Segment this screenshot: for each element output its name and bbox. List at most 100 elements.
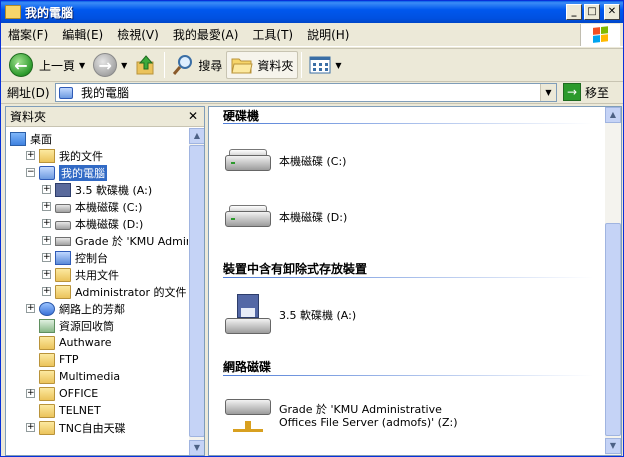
menu-favorites[interactable]: 我的最愛(A) [166, 25, 246, 45]
views-dropdown-icon[interactable]: ▼ [335, 61, 341, 70]
expand-icon[interactable]: + [26, 389, 35, 398]
folders-button[interactable]: 資料夾 [226, 51, 299, 79]
expand-icon[interactable]: + [42, 185, 51, 194]
tree-item[interactable]: + 本機磁碟 (D:) [42, 215, 143, 232]
drive-z-item[interactable]: Grade 於 'KMU Administrative Offices File… [225, 395, 458, 437]
tree-item[interactable]: 桌面 [10, 130, 52, 147]
hard-drive-icon [55, 203, 71, 213]
scroll-up-icon[interactable]: ▲ [189, 128, 204, 144]
forward-dropdown-icon[interactable]: ▼ [121, 61, 127, 70]
expand-icon[interactable]: + [26, 304, 35, 313]
back-arrow-icon: ← [9, 53, 33, 77]
expand-icon[interactable]: + [42, 202, 51, 211]
folder-icon [39, 352, 55, 367]
expand-icon[interactable]: + [42, 287, 51, 296]
tree-item-label: Authware [59, 336, 112, 349]
tree-item[interactable]: Authware [26, 334, 112, 351]
drive-z-label-line1: Grade 於 'KMU Administrative [279, 403, 442, 416]
tree-item[interactable]: + 網路上的芳鄰 [26, 300, 125, 317]
drive-d-item[interactable]: 本機磁碟 (D:) [225, 205, 347, 229]
collapse-icon[interactable]: − [26, 168, 35, 177]
folder-icon [39, 403, 55, 418]
tree-item[interactable]: + 共用文件 [42, 266, 119, 283]
folders-icon [231, 58, 253, 74]
close-button[interactable]: ✕ [604, 4, 620, 20]
tree-item[interactable]: + 控制台 [42, 249, 108, 266]
tree-item-label: OFFICE [59, 387, 99, 400]
scroll-thumb[interactable] [189, 145, 204, 437]
drive-d-label: 本機磁碟 (D:) [279, 211, 348, 224]
folder-icon [39, 335, 55, 350]
close-icon[interactable]: ✕ [186, 109, 200, 123]
tree-item[interactable]: + 本機磁碟 (C:) [42, 198, 142, 215]
menu-tools[interactable]: 工具(T) [245, 25, 300, 45]
tree-item-label: 資源回收筒 [59, 319, 114, 333]
folder-icon [39, 420, 55, 435]
address-dropdown-icon[interactable]: ▼ [540, 84, 556, 101]
folder-pane-title: 資料夾 [10, 110, 47, 124]
go-button[interactable]: → 移至 [563, 83, 609, 101]
content-scrollbar[interactable]: ▲ ▼ [605, 107, 621, 455]
back-label: 上一頁 [39, 58, 76, 73]
expand-icon[interactable]: + [42, 270, 51, 279]
tree-item-label: Administrator 的文件 [75, 285, 187, 299]
tree-item[interactable]: + 我的文件 [26, 147, 103, 164]
folder-pane-scrollbar[interactable]: ▲ ▼ [189, 128, 204, 455]
back-dropdown-icon[interactable]: ▼ [79, 61, 85, 70]
my-computer-icon [39, 165, 55, 180]
address-input[interactable]: 我的電腦 ▼ [55, 83, 557, 102]
tree-item-label: TNC自由天碟 [59, 421, 126, 435]
scroll-down-icon[interactable]: ▼ [605, 438, 621, 454]
tree-item[interactable]: FTP [26, 351, 79, 368]
scroll-up-icon[interactable]: ▲ [605, 107, 621, 123]
expand-icon[interactable]: + [42, 253, 51, 262]
title-bar[interactable]: 我的電腦 _ □ ✕ [1, 1, 623, 23]
tree-item-label: 我的文件 [59, 149, 103, 163]
tree-item-label: 本機磁碟 (D:) [75, 217, 144, 231]
hard-drive-icon [225, 149, 271, 173]
maximize-button[interactable]: □ [584, 4, 600, 20]
expand-icon[interactable]: + [42, 219, 51, 228]
tree-item-label: 網路上的芳鄰 [59, 302, 125, 316]
scroll-down-icon[interactable]: ▼ [189, 440, 204, 455]
menu-view[interactable]: 檢視(V) [110, 25, 166, 45]
search-button[interactable]: 搜尋 [168, 51, 226, 79]
menu-file[interactable]: 檔案(F) [1, 25, 55, 45]
tree-item[interactable]: 資源回收筒 [26, 317, 114, 334]
floppy-icon [55, 182, 71, 197]
tree-item[interactable]: + TNC自由天碟 [26, 419, 126, 436]
tree-item[interactable]: + Administrator 的文件 [42, 283, 186, 300]
tree-item-label: Grade 於 'KMU Administ [75, 234, 188, 248]
menu-help[interactable]: 說明(H) [300, 25, 356, 45]
tree-item[interactable]: +3.5 軟碟機 (A:) [42, 181, 152, 198]
expand-icon[interactable]: + [26, 151, 35, 160]
minimize-button[interactable]: _ [566, 4, 582, 20]
expand-icon[interactable]: + [26, 423, 35, 432]
network-icon [39, 301, 55, 316]
tree-item[interactable]: TELNET [26, 402, 101, 419]
address-value: 我的電腦 [81, 86, 130, 100]
back-button[interactable]: ← 上一頁 ▼ [5, 51, 89, 79]
my-computer-icon [59, 86, 73, 99]
expand-icon[interactable]: + [42, 236, 51, 245]
up-folder-button[interactable] [131, 51, 161, 79]
drive-a-item[interactable]: 3.5 軟碟機 (A:) [225, 294, 356, 336]
folder-icon [39, 369, 55, 384]
scroll-thumb[interactable] [605, 223, 621, 436]
explorer-window: 我的電腦 _ □ ✕ 檔案(F) 編輯(E) 檢視(V) 我的最愛(A) 工具(… [0, 0, 624, 457]
tree-item[interactable]: − 我的電腦 [26, 164, 107, 181]
go-arrow-icon: → [563, 83, 581, 101]
tree-item[interactable]: + OFFICE [26, 385, 98, 402]
drive-c-item[interactable]: 本機磁碟 (C:) [225, 149, 346, 173]
tree-item-label: 本機磁碟 (C:) [75, 200, 143, 214]
views-button[interactable]: ▼ [305, 51, 345, 79]
drive-z-label-line2: Offices File Server (admofs)' (Z:) [279, 416, 458, 429]
toolbar: ← 上一頁 ▼ → ▼ 搜尋 資料夾 ▼ [1, 48, 623, 82]
floppy-drive-icon [225, 294, 271, 336]
folders-label: 資料夾 [257, 58, 294, 73]
tree-item[interactable]: + Grade 於 'KMU Administ [42, 232, 188, 249]
forward-button[interactable]: → ▼ [89, 51, 131, 79]
desktop-icon [10, 131, 26, 146]
menu-edit[interactable]: 編輯(E) [55, 25, 110, 45]
tree-item[interactable]: Multimedia [26, 368, 120, 385]
